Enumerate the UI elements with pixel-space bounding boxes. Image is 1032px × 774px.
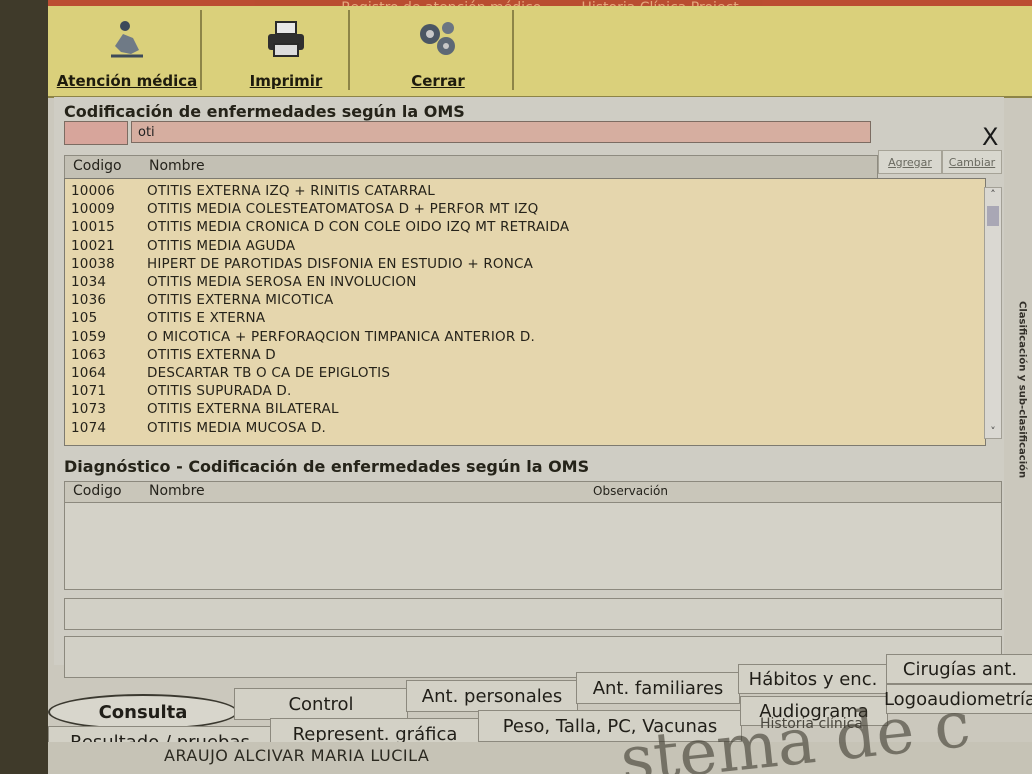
list-item-name: OTITIS EXTERNA MICOTICA: [147, 292, 334, 309]
imprimir-button[interactable]: Imprimir: [238, 6, 334, 92]
list-item[interactable]: 1073 OTITIS EXTERNA BILATERAL: [65, 401, 985, 419]
list-item[interactable]: 1064 DESCARTAR TB O CA DE EPIGLOTIS: [65, 365, 985, 383]
list-item-code: 1063: [71, 346, 107, 363]
list-item[interactable]: 10038 HIPERT DE PAROTIDAS DISFONIA EN EST…: [65, 256, 985, 274]
list-item[interactable]: 1059 O MICOTICA + PERFORAQCION TIMPANICA …: [65, 329, 985, 347]
scroll-up-icon[interactable]: ˄: [985, 188, 1001, 201]
list-item-code: 1059: [71, 328, 107, 345]
tab-control[interactable]: Control: [234, 688, 408, 720]
gears-icon: [420, 22, 455, 55]
diag-column-codigo[interactable]: Codigo: [73, 483, 122, 499]
diag-column-observacion[interactable]: Observación: [593, 484, 668, 498]
list-item-code: 1074: [71, 419, 107, 436]
list-item-code: 10009: [71, 201, 115, 218]
list-item[interactable]: 1071 OTITIS SUPURADA D.: [65, 383, 985, 401]
list-item-name: OTITIS MEDIA AGUDA: [147, 237, 296, 254]
diagnostico-header: Codigo Nombre Observación: [64, 481, 1002, 503]
list-item-name: O MICOTICA + PERFORAQCION TIMPANICA ANTE…: [147, 328, 535, 345]
list-item-code: 10038: [71, 255, 115, 272]
list-item[interactable]: 10015 OTITIS MEDIA CRONICA D CON COLE OID…: [65, 219, 985, 237]
tab-consulta[interactable]: Consulta: [48, 694, 238, 730]
search-section-title: Codificación de enfermedades según la OM…: [64, 102, 465, 121]
list-item[interactable]: 10006 OTITIS EXTERNA IZQ + RINITIS CATARR…: [65, 183, 985, 201]
cerrar-button[interactable]: Cerrar: [398, 6, 478, 92]
diag-column-nombre[interactable]: Nombre: [149, 483, 205, 499]
patient-name: ARAUJO ALCIVAR MARIA LUCILA: [164, 746, 430, 765]
agregar-button[interactable]: Agregar: [878, 150, 942, 174]
tab-cirugias[interactable]: Cirugías ant.: [886, 654, 1032, 684]
list-item-name: OTITIS EXTERNA BILATERAL: [147, 401, 339, 418]
list-item-name: OTITIS EXTERNA IZQ + RINITIS CATARRAL: [147, 183, 435, 199]
code-filter-input[interactable]: [64, 121, 128, 145]
app-window: Registro de atención médico Historia Clí…: [0, 0, 1032, 774]
list-item-code: 10015: [71, 219, 115, 236]
list-item[interactable]: 1036 OTITIS EXTERNA MICOTICA: [65, 292, 985, 310]
list-item-name: HIPERT DE PAROTIDAS DISFONIA EN ESTUDIO …: [147, 255, 534, 272]
tab-habitos[interactable]: Hábitos y enc.: [738, 664, 888, 694]
list-item-name: OTITIS SUPURADA D.: [147, 383, 292, 400]
tab-ant-personales[interactable]: Ant. personales: [406, 680, 578, 712]
cerrar-label: Cerrar: [411, 72, 465, 90]
disease-list[interactable]: 10006 OTITIS EXTERNA IZQ + RINITIS CATARR…: [64, 178, 986, 446]
list-item-code: 1034: [71, 274, 107, 290]
list-item[interactable]: 1074 OTITIS MEDIA MUCOSA D.: [65, 420, 985, 438]
column-header-codigo[interactable]: Codigo: [73, 158, 122, 174]
medical-care-icon: [111, 21, 143, 58]
list-scrollbar[interactable]: ˄ ˅: [984, 187, 1002, 439]
diagnostico-section-title: Diagnóstico - Codificación de enfermedad…: [64, 457, 590, 476]
tab-ant-familiares[interactable]: Ant. familiares: [576, 672, 740, 704]
list-item-name: OTITIS E XTERNA: [147, 310, 266, 327]
toolbar-divider: [348, 10, 350, 90]
grid-header: Codigo Nombre: [64, 155, 878, 179]
list-item-code: 10006: [71, 183, 115, 199]
list-item-name: OTITIS MEDIA MUCOSA D.: [147, 419, 327, 436]
toolbar-divider: [200, 10, 202, 90]
scroll-thumb[interactable]: [987, 206, 999, 226]
list-item[interactable]: 1034 OTITIS MEDIA SEROSA EN INVOLUCION: [65, 274, 985, 292]
toolbar: Atención médica Imprimir Cerrar: [48, 6, 1032, 98]
list-item-name: OTITIS MEDIA CRONICA D CON COLE OIDO IZQ…: [147, 219, 570, 236]
list-item-code: 1064: [71, 365, 107, 381]
toolbar-divider: [512, 10, 514, 90]
atencion-medica-label: Atención médica: [56, 72, 198, 90]
list-item-name: OTITIS EXTERNA D: [147, 346, 276, 363]
list-item[interactable]: 105 OTITIS E XTERNA: [65, 310, 985, 328]
list-item-code: 1036: [71, 292, 107, 309]
side-tab-clasificacion[interactable]: Clasificación y sub-clasificación: [1012, 290, 1032, 490]
scroll-down-icon[interactable]: ˅: [985, 425, 1001, 438]
list-item-code: 1073: [71, 401, 107, 418]
screen-bezel: [0, 0, 48, 774]
list-item-name: OTITIS MEDIA COLESTEATOMATOSA D + PERFOR…: [147, 201, 539, 218]
printer-icon: [268, 21, 304, 57]
list-item-name: OTITIS MEDIA SEROSA EN INVOLUCION: [147, 274, 417, 290]
observation-field[interactable]: [64, 598, 1002, 630]
cambiar-button[interactable]: Cambiar: [942, 150, 1002, 174]
close-icon[interactable]: X: [982, 125, 998, 149]
list-item-code: 105: [71, 310, 98, 327]
list-item-name: DESCARTAR TB O CA DE EPIGLOTIS: [147, 365, 391, 381]
list-item-code: 10021: [71, 237, 115, 254]
diagnostico-list[interactable]: [64, 502, 1002, 590]
search-input[interactable]: oti: [131, 121, 871, 143]
atencion-medica-button[interactable]: Atención médica: [56, 6, 198, 92]
list-item[interactable]: 10021 OTITIS MEDIA AGUDA: [65, 238, 985, 256]
column-header-nombre[interactable]: Nombre: [149, 158, 205, 174]
list-item[interactable]: 10009 OTITIS MEDIA COLESTEATOMATOSA D + P…: [65, 201, 985, 219]
imprimir-label: Imprimir: [249, 72, 323, 90]
list-item[interactable]: 1063 OTITIS EXTERNA D: [65, 347, 985, 365]
list-item-code: 1071: [71, 383, 107, 400]
